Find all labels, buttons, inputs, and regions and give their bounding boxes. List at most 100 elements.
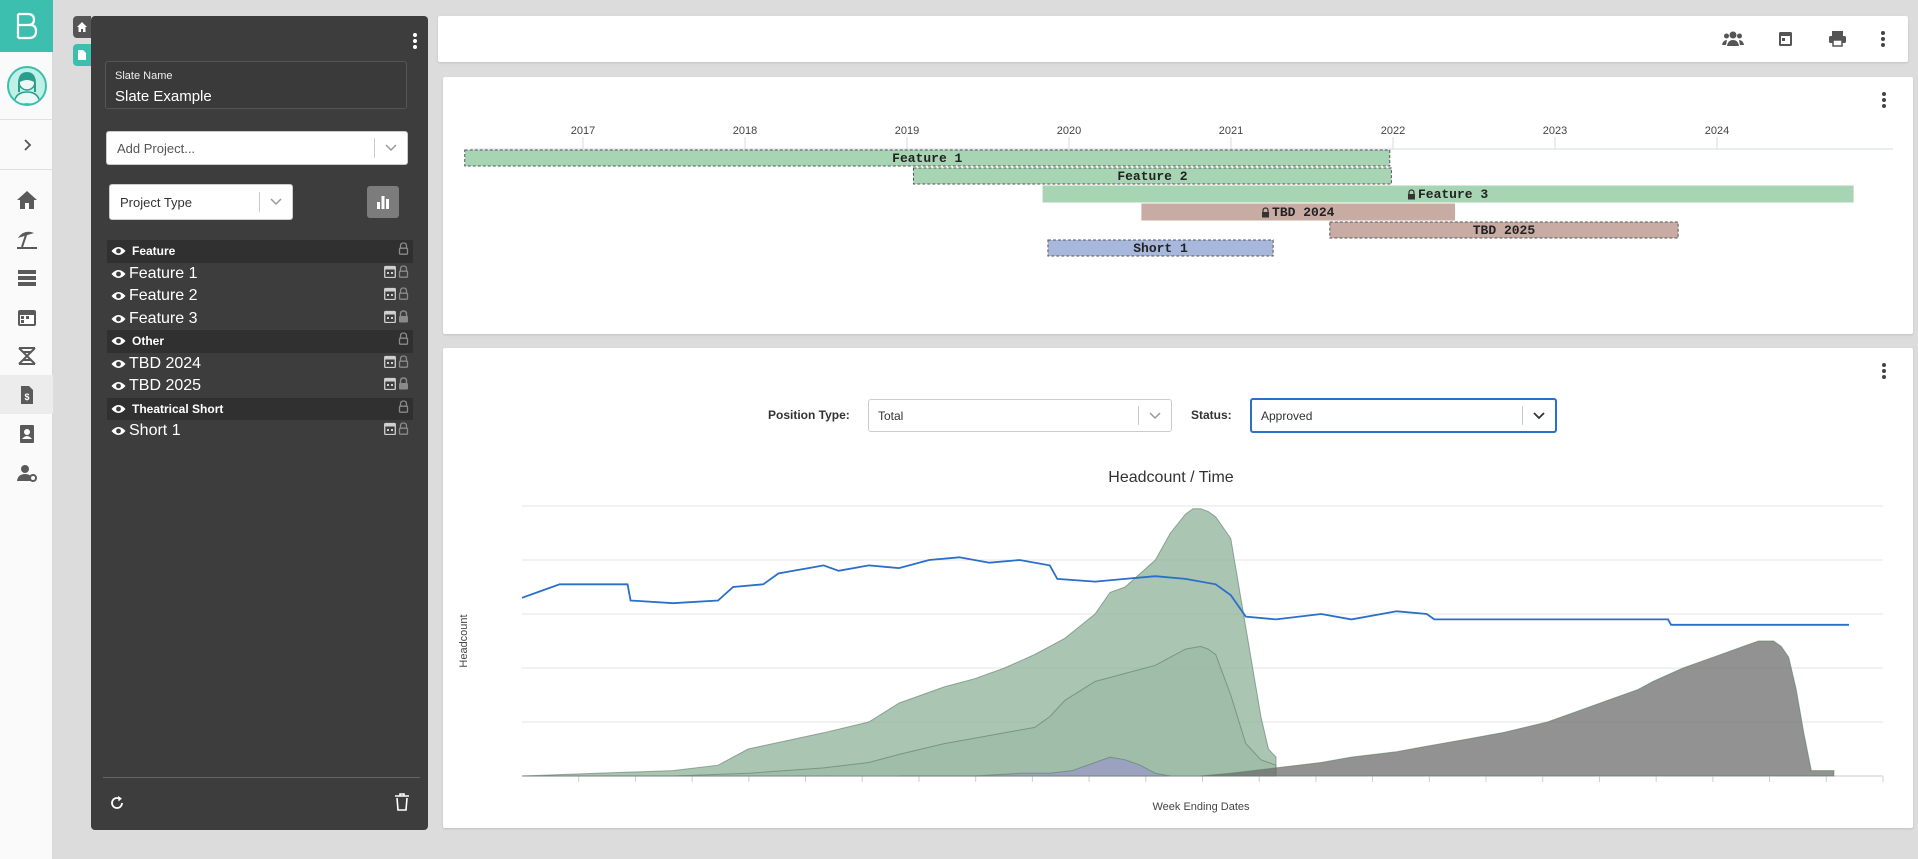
tree-project-row[interactable]: Feature 2 <box>107 285 413 308</box>
home-tab[interactable] <box>73 16 91 38</box>
eye-icon <box>111 314 126 323</box>
users-button[interactable] <box>1722 30 1744 52</box>
y-axis-label: Headcount <box>458 614 470 667</box>
file-icon <box>78 50 86 60</box>
add-project-select[interactable]: Add Project... <box>106 131 408 165</box>
app-logo[interactable] <box>0 0 53 52</box>
calendar-icon <box>384 288 396 301</box>
visibility-toggle[interactable] <box>111 404 129 414</box>
timeline-year-tick: 2022 <box>1381 125 1405 137</box>
nav-home[interactable] <box>0 180 53 219</box>
tree-group-row[interactable]: Other <box>107 330 413 353</box>
lock-closed-icon <box>399 377 408 390</box>
tree-project-row[interactable]: Feature 1 <box>107 263 413 286</box>
visibility-toggle[interactable] <box>111 314 129 324</box>
tree-row-label: Feature 3 <box>129 309 198 327</box>
bar-chart-icon <box>377 196 389 209</box>
kebab-icon <box>1881 31 1885 47</box>
calendar-icon <box>384 265 396 278</box>
user-gear-icon <box>16 464 37 482</box>
timeline-bar[interactable]: Short 1 <box>1047 239 1274 257</box>
svg-text:$: $ <box>24 392 29 402</box>
timeline-bar[interactable]: TBD 2024 <box>1141 203 1456 221</box>
visibility-toggle[interactable] <box>111 291 129 301</box>
group-by-select[interactable]: Project Type <box>109 184 293 220</box>
nav-user-settings[interactable] <box>0 453 53 492</box>
slate-tab[interactable] <box>73 44 91 66</box>
lock-toggle[interactable] <box>398 332 409 350</box>
nav-servers[interactable] <box>0 258 53 297</box>
nav-vacation[interactable] <box>0 219 53 258</box>
chevron-right-icon <box>23 138 31 151</box>
schedule-button[interactable] <box>384 355 396 373</box>
user-avatar[interactable] <box>6 65 47 106</box>
eye-icon <box>111 337 126 346</box>
file-dollar-icon: $ <box>20 385 33 404</box>
timeline-card: 2017 2018 2019 2020 2021 2022 2023 2024 Feature … <box>443 77 1913 334</box>
toolbar-menu-button[interactable] <box>1880 30 1886 53</box>
timeline-year-tick: 2024 <box>1705 125 1729 137</box>
tree-project-row[interactable]: Feature 3 <box>107 308 413 331</box>
tree-project-row[interactable]: TBD 2025 <box>107 375 413 398</box>
expand-nav-button[interactable] <box>0 120 53 170</box>
nav-calendar[interactable] <box>0 297 53 336</box>
schedule-button[interactable] <box>384 287 396 305</box>
slate-name-value[interactable]: Slate Example <box>115 88 212 105</box>
eye-icon <box>111 292 126 301</box>
lock-toggle[interactable] <box>398 400 409 418</box>
chevron-down-icon <box>385 144 397 152</box>
calendar-icon <box>384 423 396 436</box>
chart-toggle-button[interactable] <box>367 186 399 218</box>
schedule-button[interactable] <box>384 265 396 283</box>
lock-toggle[interactable] <box>398 422 409 440</box>
print-button[interactable] <box>1828 30 1847 52</box>
nav-rail: $ <box>0 0 53 859</box>
lock-toggle[interactable] <box>398 377 409 395</box>
visibility-toggle[interactable] <box>111 246 129 256</box>
nav-contacts[interactable] <box>0 414 53 453</box>
beach-umbrella-icon <box>16 231 37 249</box>
calendar-icon <box>384 378 396 391</box>
tree-row-label: Other <box>132 334 165 349</box>
calendar-icon <box>384 355 396 368</box>
refresh-button[interactable] <box>109 795 125 816</box>
nav-dna[interactable] <box>0 336 53 375</box>
lock-toggle[interactable] <box>398 310 409 328</box>
lock-toggle[interactable] <box>398 242 409 260</box>
timeline-year-tick: 2020 <box>1057 125 1081 137</box>
schedule-button[interactable] <box>384 310 396 328</box>
tree-row-label: Short 1 <box>129 422 181 440</box>
timeline-bar[interactable]: Feature 2 <box>912 167 1392 185</box>
lock-toggle[interactable] <box>398 265 409 283</box>
slate-name-field[interactable]: Slate Name Slate Example <box>105 61 407 109</box>
timeline-bar[interactable]: TBD 2025 <box>1329 221 1679 239</box>
lock-toggle[interactable] <box>398 287 409 305</box>
tree-group-row[interactable]: Theatrical Short <box>107 397 413 420</box>
tree-group-row[interactable]: Feature <box>107 240 413 263</box>
timeline-year-tick: 2021 <box>1219 125 1243 137</box>
delete-slate-button[interactable] <box>394 793 410 816</box>
calendar-button[interactable] <box>1778 30 1793 52</box>
project-tree: Feature Feature 1 Feature 2 Feature 3 Other T… <box>107 240 413 443</box>
visibility-toggle[interactable] <box>111 269 129 279</box>
calendar-icon <box>17 309 36 326</box>
nav-slates[interactable]: $ <box>0 375 53 414</box>
dna-icon <box>17 346 36 365</box>
lock-toggle[interactable] <box>398 355 409 373</box>
eye-icon <box>111 269 126 278</box>
visibility-toggle[interactable] <box>111 426 129 436</box>
tree-project-row[interactable]: TBD 2024 <box>107 353 413 376</box>
timeline-bar[interactable]: Feature 1 <box>464 149 1391 167</box>
schedule-button[interactable] <box>384 377 396 395</box>
visibility-toggle[interactable] <box>111 359 129 369</box>
visibility-toggle[interactable] <box>111 336 129 346</box>
users-icon <box>1722 31 1744 46</box>
visibility-toggle[interactable] <box>111 381 129 391</box>
slate-menu-button[interactable] <box>412 32 418 55</box>
calendar-icon <box>384 310 396 323</box>
home-icon <box>77 22 87 32</box>
schedule-button[interactable] <box>384 422 396 440</box>
group-by-value: Project Type <box>120 194 193 210</box>
tree-project-row[interactable]: Short 1 <box>107 420 413 443</box>
timeline-bar[interactable]: Feature 3 <box>1042 185 1854 203</box>
